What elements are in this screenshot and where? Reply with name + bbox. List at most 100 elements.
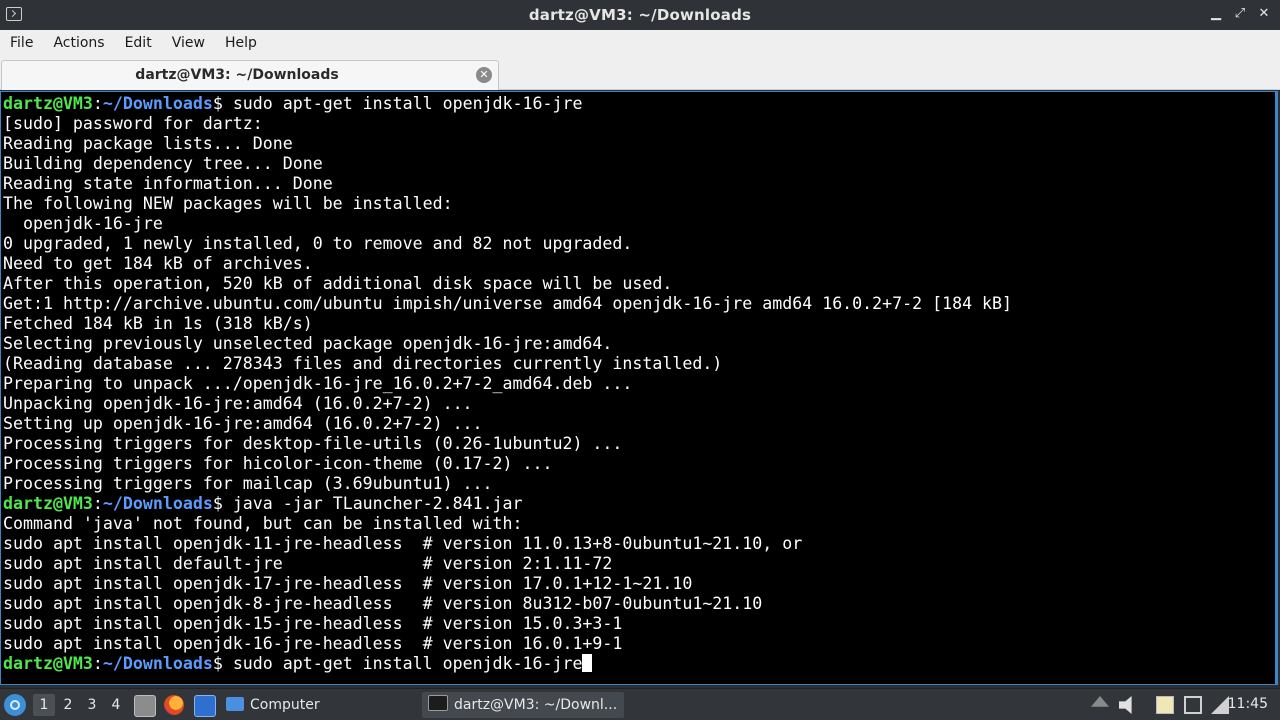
terminal-output-line: (Reading database ... 278343 files and d…: [3, 354, 1012, 374]
terminal-output-line: 0 upgraded, 1 newly installed, 0 to remo…: [3, 234, 1012, 254]
terminal-output-line: sudo apt install openjdk-11-jre-headless…: [3, 534, 1012, 554]
output-text: Need to get 184 kB of archives.: [3, 254, 313, 273]
terminal-output-line: Building dependency tree... Done: [3, 154, 1012, 174]
output-text: [sudo] password for dartz:: [3, 114, 263, 133]
terminal-prompt-line: dartz@VM3:~/Downloads$ java -jar TLaunch…: [3, 494, 1012, 514]
tab-bar: dartz@VM3: ~/Downloads ✕: [0, 56, 1280, 90]
terminal-output-line: sudo apt install openjdk-8-jre-headless …: [3, 594, 1012, 614]
workspace-3[interactable]: 3: [81, 694, 103, 716]
prompt-separator: :: [92, 654, 103, 673]
menu-help[interactable]: Help: [215, 30, 267, 56]
terminal-output-line: Setting up openjdk-16-jre:amd64 (16.0.2+…: [3, 414, 1012, 434]
output-text: sudo apt install openjdk-16-jre-headless…: [3, 634, 623, 653]
output-text: Processing triggers for mailcap (3.69ubu…: [3, 474, 493, 493]
task-terminal[interactable]: dartz@VM3: ~/Downl...: [422, 692, 624, 718]
prompt-path: ~/Downloads: [102, 654, 213, 673]
taskbar: 1 2 3 4 Computer dartz@VM3: ~/Downl... 1…: [0, 688, 1280, 720]
output-text: Command 'java' not found, but can be ins…: [3, 514, 523, 533]
volume-icon[interactable]: [1119, 696, 1132, 714]
terminal-output-line: sudo apt install openjdk-16-jre-headless…: [3, 634, 1012, 654]
terminal-output-line: openjdk-16-jre: [3, 214, 1012, 234]
workspace-4[interactable]: 4: [105, 694, 127, 716]
terminal-output: dartz@VM3:~/Downloads$ sudo apt-get inst…: [3, 94, 1012, 674]
terminal-output-line: Reading state information... Done: [3, 174, 1012, 194]
tab-label: dartz@VM3: ~/Downloads: [135, 67, 339, 83]
prompt-separator: :: [92, 494, 103, 513]
desktop-icon[interactable]: [194, 695, 216, 717]
maximize-icon[interactable]: ⤢: [1232, 5, 1248, 23]
folder-icon: [226, 697, 244, 711]
output-text: sudo apt install default-jre # version 2…: [3, 554, 613, 573]
prompt-command: sudo apt-get install openjdk-16-jre: [232, 654, 583, 673]
workspace-1[interactable]: 1: [33, 694, 55, 716]
output-text: openjdk-16-jre: [3, 214, 163, 233]
menu-actions[interactable]: Actions: [43, 30, 114, 56]
task-label: dartz@VM3: ~/Downl...: [454, 697, 618, 713]
terminal-output-line: The following NEW packages will be insta…: [3, 194, 1012, 214]
window-titlebar[interactable]: dartz@VM3: ~/Downloads ▁ ⤢ ✕: [0, 0, 1280, 30]
menu-view[interactable]: View: [162, 30, 215, 56]
output-text: 0 upgraded, 1 newly installed, 0 to remo…: [3, 234, 633, 253]
task-label: Computer: [250, 697, 320, 713]
eject-icon[interactable]: [1091, 696, 1109, 707]
prompt-path: ~/Downloads: [102, 494, 213, 513]
output-text: Preparing to unpack .../openjdk-16-jre_1…: [3, 374, 633, 393]
firefox-icon[interactable]: [164, 695, 184, 715]
output-text: sudo apt install openjdk-8-jre-headless …: [3, 594, 763, 613]
prompt-symbol: $: [212, 494, 233, 513]
output-text: After this operation, 520 kB of addition…: [3, 274, 673, 293]
workspace-2[interactable]: 2: [57, 694, 79, 716]
prompt-path: ~/Downloads: [102, 94, 213, 113]
terminal-output-line: Need to get 184 kB of archives.: [3, 254, 1012, 274]
output-text: Reading state information... Done: [3, 174, 333, 193]
menu-edit[interactable]: Edit: [115, 30, 162, 56]
output-text: Get:1 http://archive.ubuntu.com/ubuntu i…: [3, 294, 1013, 313]
terminal-output-line: sudo apt install openjdk-15-jre-headless…: [3, 614, 1012, 634]
tab-terminal[interactable]: dartz@VM3: ~/Downloads ✕: [1, 60, 499, 90]
prompt-separator: :: [92, 94, 103, 113]
prompt-command: sudo apt-get install openjdk-16-jre: [232, 94, 583, 113]
terminal-scrollbar[interactable]: [1275, 92, 1277, 684]
display-icon[interactable]: [1184, 696, 1202, 714]
prompt-symbol: $: [212, 654, 233, 673]
minimize-icon[interactable]: ▁: [1208, 5, 1224, 23]
terminal-output-line: Fetched 184 kB in 1s (318 kB/s): [3, 314, 1012, 334]
file-manager-icon[interactable]: [134, 695, 156, 717]
menu-bar: File Actions Edit View Help: [0, 30, 1280, 56]
terminal-output-line: Processing triggers for mailcap (3.69ubu…: [3, 474, 1012, 494]
terminal-view[interactable]: dartz@VM3:~/Downloads$ sudo apt-get inst…: [0, 91, 1278, 685]
terminal-output-line: Command 'java' not found, but can be ins…: [3, 514, 1012, 534]
window-controls: ▁ ⤢ ✕: [1208, 5, 1272, 23]
menu-file[interactable]: File: [0, 30, 43, 56]
network-icon[interactable]: [1211, 696, 1229, 714]
terminal-output-line: sudo apt install openjdk-17-jre-headless…: [3, 574, 1012, 594]
output-text: Fetched 184 kB in 1s (318 kB/s): [3, 314, 313, 333]
output-text: sudo apt install openjdk-11-jre-headless…: [3, 534, 803, 553]
tab-close-icon[interactable]: ✕: [476, 67, 492, 83]
prompt-user: dartz@VM3: [3, 94, 93, 113]
clipboard-icon[interactable]: [1156, 696, 1174, 714]
clock: 11:45: [1227, 696, 1268, 712]
output-text: Unpacking openjdk-16-jre:amd64 (16.0.2+7…: [3, 394, 473, 413]
output-text: Selecting previously unselected package …: [3, 334, 613, 353]
terminal-output-line: Preparing to unpack .../openjdk-16-jre_1…: [3, 374, 1012, 394]
window-title: dartz@VM3: ~/Downloads: [528, 6, 752, 24]
terminal-prompt-line: dartz@VM3:~/Downloads$ sudo apt-get inst…: [3, 94, 1012, 114]
terminal-output-line: sudo apt install default-jre # version 2…: [3, 554, 1012, 574]
terminal-output-line: Selecting previously unselected package …: [3, 334, 1012, 354]
prompt-user: dartz@VM3: [3, 654, 93, 673]
terminal-output-line: Get:1 http://archive.ubuntu.com/ubuntu i…: [3, 294, 1012, 314]
start-menu-icon[interactable]: [4, 694, 26, 716]
terminal-output-line: Processing triggers for hicolor-icon-the…: [3, 454, 1012, 474]
text-cursor: [582, 654, 593, 672]
terminal-icon: [428, 695, 448, 711]
output-text: The following NEW packages will be insta…: [3, 194, 453, 213]
output-text: (Reading database ... 278343 files and d…: [3, 354, 723, 373]
output-text: Building dependency tree... Done: [3, 154, 323, 173]
terminal-prompt-line: dartz@VM3:~/Downloads$ sudo apt-get inst…: [3, 654, 1012, 674]
terminal-output-line: After this operation, 520 kB of addition…: [3, 274, 1012, 294]
close-icon[interactable]: ✕: [1256, 5, 1272, 23]
output-text: Reading package lists... Done: [3, 134, 293, 153]
prompt-symbol: $: [212, 94, 233, 113]
task-computer[interactable]: Computer: [222, 692, 416, 718]
